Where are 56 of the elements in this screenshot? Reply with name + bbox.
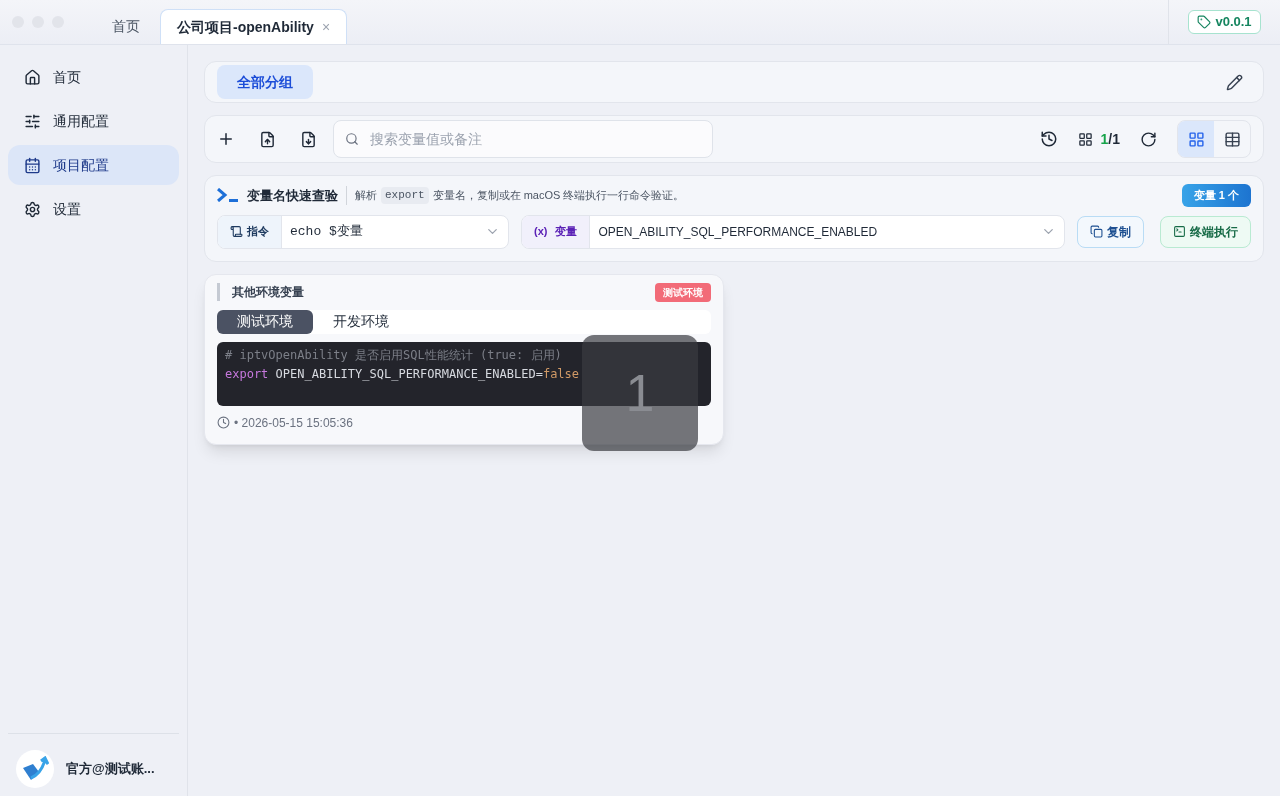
add-icon[interactable] [217,130,235,148]
group-name: 其他环境变量 [217,283,304,301]
grid-icon [1077,131,1093,147]
tab[interactable]: 公司项目-openAbility × [160,9,348,44]
sidebar-item[interactable]: 项目配置 [8,145,179,185]
environment-tab[interactable]: 开发环境 [313,309,409,334]
environment-badge: 测试环境 [655,282,711,302]
group-tab[interactable]: 全部分组 [217,65,313,99]
tab[interactable]: 首页 [96,9,156,44]
command-label: 指令 [247,224,269,240]
sidebar-item[interactable]: 首页 [8,57,179,97]
list-view-icon [1223,130,1241,148]
export-file-icon[interactable] [300,130,317,148]
tab-label: 公司项目-openAbility [177,17,314,37]
terminal-icon [1173,225,1186,238]
scroll-icon [230,225,243,238]
import-file-icon[interactable] [259,130,276,148]
history-icon[interactable] [1039,130,1058,148]
home-icon [24,68,41,86]
description-text: 变量名，复制或在 macOS 终端执行一行命令验证。 [432,188,685,203]
arrow-logo-icon [21,756,49,782]
variable-symbol: (x) [534,224,548,240]
edit-icon[interactable] [1226,73,1243,91]
variable-label: 变量 [555,224,578,240]
terminal-prompt-icon [217,188,239,203]
copy-icon [1090,225,1103,238]
copy-button[interactable]: 复制 [1077,215,1144,248]
variable-count-badge: 变量 1 个 [1181,184,1251,207]
refresh-icon[interactable] [1140,130,1157,148]
calendar-icon [24,156,41,174]
code-comment: # iptvOpenAbility 是否启用SQL性能统计 (true: 启用) [225,346,563,364]
sidebar-item[interactable]: 通用配置 [8,101,179,141]
tab-label: 首页 [112,17,140,36]
terminal-run-button[interactable]: 终端执行 [1160,215,1251,248]
code-word: export [381,187,429,204]
environment-tab[interactable]: 测试环境 [217,309,313,334]
version-text: v0.0.1 [1215,13,1252,32]
code-line: export OPEN_ABILITY_SQL_PERFORMANCE_ENABLED=false [225,365,581,383]
variable-value: OPEN_ABILITY_SQL_PERFORMANCE_ENABLED [597,223,879,241]
search-icon [345,132,359,146]
variable-select[interactable]: (x) 变量 OPEN_ABILITY_SQL_PERFORMANCE_ENABLED [521,214,1065,249]
user-name: 官方@测试账... [66,760,155,779]
sliders-icon [24,112,41,130]
command-value: echo $变量 [289,222,364,241]
view-toggle[interactable] [1178,121,1214,157]
description-text: 解析 [355,188,377,203]
search-field[interactable]: 搜索变量值或备注 [333,120,713,158]
clock-icon [217,416,230,429]
settings-icon [24,200,41,218]
panel-title: 变量名快速查验 [247,185,347,205]
tag-icon [1197,15,1212,29]
command-select[interactable]: 指令 echo $变量 [217,214,509,249]
grid-view-icon [1187,130,1205,148]
page-count: 1/1 [1100,129,1120,149]
timestamp: • 2026-05-15 15:05:36 [234,414,353,432]
sidebar-item[interactable]: 设置 [8,189,179,229]
